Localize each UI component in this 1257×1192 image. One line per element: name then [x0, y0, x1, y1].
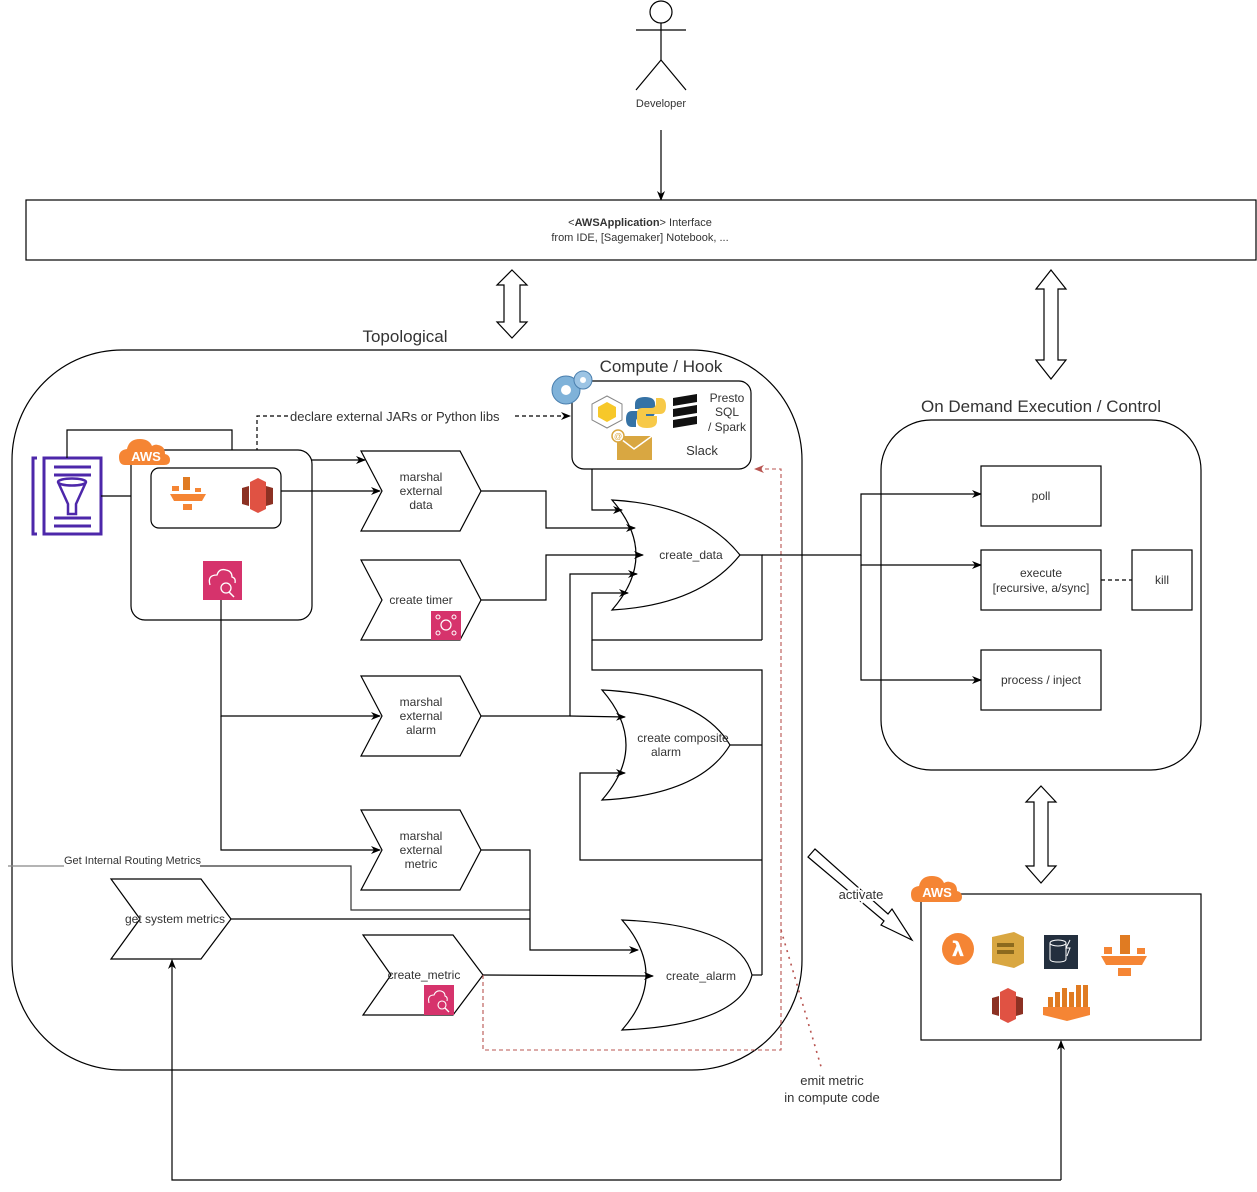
svg-text:AWS: AWS — [131, 449, 161, 464]
svg-text:AWS: AWS — [922, 885, 952, 900]
svg-text:[recursive, a/sync]: [recursive, a/sync] — [993, 581, 1090, 595]
engine-sql: SQL — [715, 405, 739, 419]
svg-text:create_data: create_data — [659, 548, 723, 562]
interface-subtitle: from IDE, [Sagemaker] Notebook, ... — [551, 232, 728, 244]
eventbridge-icon — [431, 611, 461, 640]
svg-text:create_metric: create_metric — [388, 968, 461, 982]
svg-text:execute: execute — [1020, 566, 1062, 580]
svg-text:metric: metric — [405, 857, 438, 871]
presto-icon — [673, 394, 697, 428]
interface-box[interactable]: <AWSApplication> Interface from IDE, [Sa… — [25, 199, 1257, 261]
execute-box[interactable]: execute [recursive, a/sync] — [980, 549, 1102, 611]
bidirectional-arrow-right — [1034, 269, 1068, 380]
svg-text:alarm: alarm — [406, 723, 436, 737]
svg-text:process / inject: process / inject — [1001, 673, 1082, 687]
architecture-diagram: Developer <AWSApplication> Interface fro… — [8, 0, 1257, 1181]
engine-presto: Presto — [710, 391, 745, 405]
kill-box[interactable]: kill — [1131, 549, 1193, 611]
bidirectional-arrow-left — [495, 269, 529, 339]
svg-text:external: external — [400, 484, 443, 498]
svg-text:data: data — [409, 498, 433, 512]
svg-text:external: external — [400, 709, 443, 723]
svg-text:marshal: marshal — [400, 829, 443, 843]
on-demand-title: On Demand Execution / Control — [921, 397, 1161, 416]
bidirectional-arrow-bottom — [1024, 785, 1058, 884]
dynamodb-stream-icon — [1044, 935, 1078, 969]
activate-label: activate — [839, 887, 884, 902]
compute-hook-title: Compute / Hook — [600, 357, 723, 376]
emit-label-line1: emit metric — [800, 1073, 864, 1088]
svg-text:alarm: alarm — [651, 745, 681, 759]
svg-text:@: @ — [614, 432, 622, 441]
cloudwatch-icon — [424, 985, 454, 1015]
svg-text:poll: poll — [1032, 489, 1051, 503]
process-inject-box[interactable]: process / inject — [980, 649, 1102, 711]
cloudwatch-icon — [203, 561, 242, 600]
developer-actor[interactable]: Developer — [635, 0, 687, 110]
notify-slack: Slack — [686, 443, 718, 458]
engine-spark: / Spark — [708, 420, 747, 434]
svg-text:kill: kill — [1155, 573, 1169, 587]
interface-title: <AWSApplication> Interface — [568, 217, 712, 229]
actor-label: Developer — [636, 98, 686, 110]
actor-head — [649, 0, 673, 24]
svg-text:external: external — [400, 843, 443, 857]
aws-cloud-icon: AWS — [911, 876, 962, 902]
emit-label-line2: in compute code — [784, 1090, 879, 1105]
declare-label: declare external JARs or Python libs — [290, 409, 500, 424]
data-catalog-icon — [31, 456, 103, 536]
svg-text:create_alarm: create_alarm — [666, 969, 736, 983]
sqs-icon — [992, 932, 1024, 968]
lambda-icon: λ — [942, 933, 974, 965]
svg-text:get system metrics: get system metrics — [125, 912, 225, 926]
routing-metrics-label: Get Internal Routing Metrics — [64, 855, 201, 867]
svg-text:marshal: marshal — [400, 695, 443, 709]
svg-text:create composite: create composite — [637, 731, 729, 745]
topological-title: Topological — [362, 327, 447, 346]
poll-box[interactable]: poll — [980, 465, 1102, 527]
svg-text:λ: λ — [952, 937, 965, 961]
svg-text:marshal: marshal — [400, 470, 443, 484]
svg-text:create timer: create timer — [389, 593, 452, 607]
